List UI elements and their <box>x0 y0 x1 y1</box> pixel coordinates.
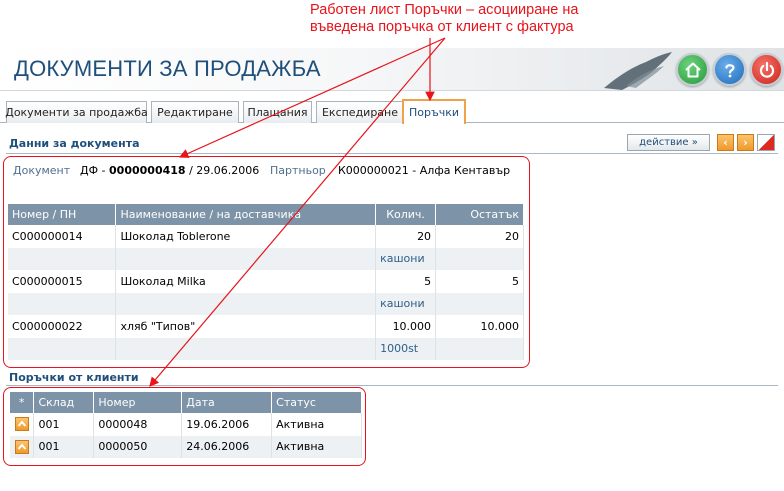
item-quantity: 20 <box>375 225 437 248</box>
item-quantity: 10.000 <box>375 315 437 338</box>
table-row[interactable]: C000000015 Шоколад Milka 5 5 <box>8 270 524 293</box>
item-code: C000000022 <box>8 315 117 338</box>
orders-table-header: * Склад Номер Дата Статус <box>10 392 362 413</box>
tab-edit[interactable]: Редактиране <box>151 101 239 123</box>
home-icon <box>684 62 701 77</box>
home-button[interactable] <box>676 53 709 86</box>
chevron-left-icon: ‹ <box>723 136 728 149</box>
column-header-remaining: Остатък <box>435 204 524 225</box>
table-row[interactable]: 001 0000050 24.06.2006 Активна <box>10 435 362 458</box>
annotation-callout: Работен лист Поръчки – асоцииране на във… <box>310 2 640 36</box>
item-quantity: 5 <box>375 270 437 293</box>
table-row-unit: кашони <box>8 247 524 270</box>
prev-button[interactable]: ‹ <box>717 134 734 151</box>
item-unit: кашони <box>375 292 437 315</box>
column-header-code: Номер / ПН <box>8 204 117 225</box>
item-code: C000000014 <box>8 225 117 248</box>
chevron-up-icon <box>17 443 26 450</box>
order-status: Активна <box>271 413 362 436</box>
column-header-quantity: Колич. <box>375 204 437 225</box>
tab-sales-documents[interactable]: Документи за продажба <box>5 101 148 123</box>
column-header-status: Статус <box>271 392 362 413</box>
item-unit: кашони <box>375 247 437 270</box>
items-table: Номер / ПН Наименование / на доставчика … <box>8 204 524 360</box>
tab-shipping[interactable]: Експедиране <box>316 101 404 123</box>
partner-value: К000000021 - Алфа Кентавър <box>338 164 511 177</box>
next-button[interactable]: › <box>737 134 754 151</box>
table-row[interactable]: 001 0000048 19.06.2006 Активна <box>10 413 362 436</box>
column-header-date: Дата <box>181 392 273 413</box>
column-header-select: * <box>10 392 35 413</box>
page-title: ДОКУМЕНТИ ЗА ПРОДАЖБА <box>14 56 321 81</box>
document-value: ДФ - 0000000418 / 29.06.2006 <box>80 164 259 177</box>
document-date: / 29.06.2006 <box>185 164 260 177</box>
orders-table: * Склад Номер Дата Статус 001 0000048 19… <box>10 392 362 458</box>
tab-payments[interactable]: Плащания <box>243 101 312 123</box>
column-header-name: Наименование / на доставчика <box>115 204 377 225</box>
document-prefix: ДФ - <box>80 164 110 177</box>
document-label: Документ <box>13 164 71 177</box>
order-date: 19.06.2006 <box>181 413 273 436</box>
help-button[interactable] <box>713 53 746 86</box>
document-number: 0000000418 <box>109 164 186 177</box>
app-header: ДОКУМЕНТИ ЗА ПРОДАЖБА <box>0 48 784 91</box>
document-section-rule <box>6 153 778 154</box>
chevron-right-icon: › <box>743 136 748 149</box>
orders-section-rule <box>6 385 778 386</box>
bird-logo <box>604 52 672 90</box>
table-row-unit: кашони <box>8 292 524 315</box>
annotation-line-2: въведена поръчка от клиент с фактура <box>310 19 574 35</box>
column-header-warehouse: Склад <box>33 392 95 413</box>
item-name: Шоколад Milka <box>115 270 377 293</box>
table-row[interactable]: C000000014 Шоколад Toblerone 20 20 <box>8 225 524 248</box>
item-remaining: 5 <box>435 270 524 293</box>
order-warehouse: 001 <box>33 435 95 458</box>
document-section-title: Данни за документа <box>9 137 140 150</box>
item-remaining: 20 <box>435 225 524 248</box>
items-table-header: Номер / ПН Наименование / на доставчика … <box>8 204 524 225</box>
select-order-button[interactable] <box>14 439 29 454</box>
item-code: C000000015 <box>8 270 117 293</box>
order-warehouse: 001 <box>33 413 95 436</box>
action-button[interactable]: действие » <box>627 134 710 151</box>
table-row[interactable]: C000000022 хляб "Типов" 10.000 10.000 <box>8 315 524 338</box>
select-order-button[interactable] <box>14 417 29 432</box>
order-number: 0000050 <box>93 435 183 458</box>
chevron-up-icon <box>17 420 26 427</box>
order-status: Активна <box>271 435 362 458</box>
item-name: Шоколад Toblerone <box>115 225 377 248</box>
table-row-unit: 1000st <box>8 337 524 360</box>
order-date: 24.06.2006 <box>181 435 273 458</box>
power-button[interactable] <box>750 53 783 86</box>
item-remaining: 10.000 <box>435 315 524 338</box>
order-number: 0000048 <box>93 413 183 436</box>
power-icon <box>759 61 774 78</box>
item-unit: 1000st <box>375 337 437 360</box>
item-name: хляб "Типов" <box>115 315 377 338</box>
close-document-button[interactable] <box>757 134 775 151</box>
column-header-number: Номер <box>93 392 183 413</box>
annotation-line-1: Работен лист Поръчки – асоцииране на <box>310 2 579 18</box>
tab-orders[interactable]: Поръчки <box>402 99 466 124</box>
orders-section-title: Поръчки от клиенти <box>9 371 139 384</box>
partner-label: Партньор <box>270 164 326 177</box>
help-icon <box>724 63 735 77</box>
